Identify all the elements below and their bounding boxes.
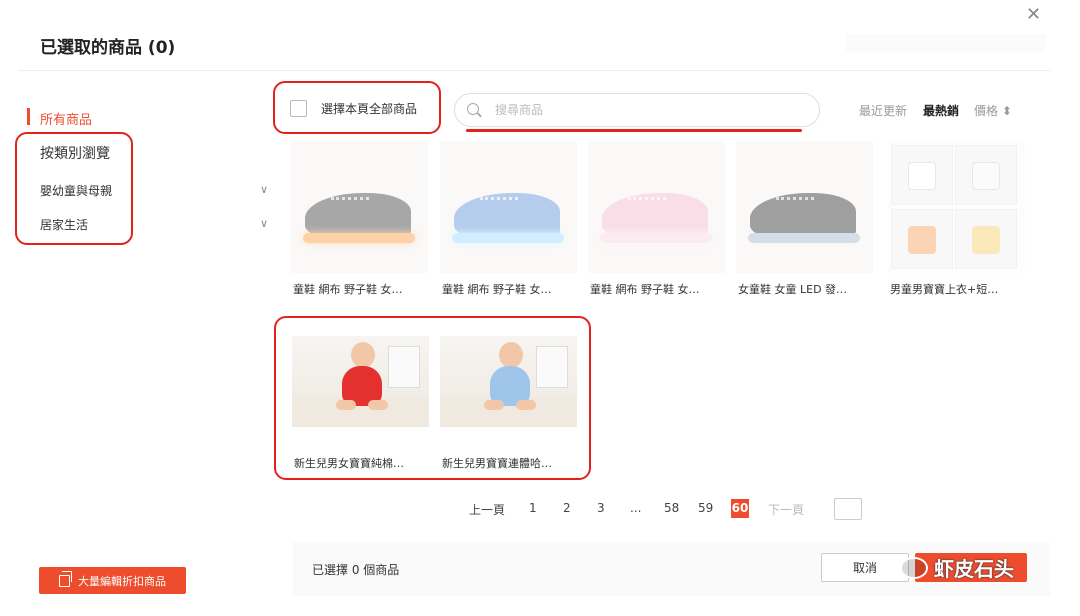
- pagination-page[interactable]: 58: [664, 501, 679, 515]
- chevron-down-icon[interactable]: ∨: [260, 183, 268, 196]
- select-all-checkbox[interactable]: 選擇本頁全部商品: [290, 100, 417, 117]
- product-image: [588, 141, 725, 273]
- product-name: 女童鞋 女童 LED 發…: [738, 283, 848, 296]
- pagination-ellipsis: ...: [630, 501, 642, 515]
- active-indicator: [27, 108, 30, 125]
- select-all-label: 選擇本頁全部商品: [321, 102, 418, 116]
- pagination-jump-input[interactable]: [834, 498, 862, 520]
- header-placeholder: [846, 34, 1046, 52]
- close-icon[interactable]: ✕: [1026, 4, 1041, 25]
- product-image: [440, 336, 577, 427]
- product-name: 童鞋 網布 野子鞋 女…: [442, 283, 552, 296]
- cancel-button[interactable]: 取消: [821, 553, 909, 582]
- pagination-page[interactable]: 1: [529, 501, 537, 515]
- watermark: 虾皮石头: [900, 553, 1014, 582]
- pagination-current-page[interactable]: 60: [731, 499, 749, 518]
- search-icon: [467, 103, 479, 115]
- page-title: 已選取的商品 (0): [40, 38, 176, 58]
- sidebar-item-browse-by-category[interactable]: 按類別瀏覽: [40, 143, 110, 163]
- product-image: [440, 141, 577, 273]
- product-name: 男童男寶寶上衣+短…: [890, 283, 999, 296]
- annotation-underline-search: [466, 129, 802, 132]
- product-name: 童鞋 網布 野子鞋 女…: [590, 283, 700, 296]
- selected-count: 已選擇 0 個商品: [312, 563, 400, 577]
- header-divider: [18, 70, 1050, 71]
- pagination-page[interactable]: 2: [563, 501, 571, 515]
- pagination-prev[interactable]: 上一頁: [469, 501, 505, 518]
- wechat-icon: [900, 556, 928, 579]
- sidebar-item-all-products[interactable]: 所有商品: [40, 109, 92, 128]
- pagination-page[interactable]: 3: [597, 501, 605, 515]
- sort-recent[interactable]: 最近更新: [859, 102, 907, 119]
- search-box[interactable]: [454, 93, 820, 127]
- product-name: 童鞋 網布 野子鞋 女…: [293, 283, 403, 296]
- sort-hot[interactable]: 最熱銷: [923, 102, 959, 119]
- sidebar-item-home-living[interactable]: 居家生活: [40, 216, 88, 233]
- product-image: [291, 141, 428, 273]
- bulk-edit-label: 大量編輯折扣商品: [78, 574, 166, 588]
- product-name: 新生兒男寶寶連體哈…: [442, 457, 552, 470]
- checkbox[interactable]: [290, 100, 307, 117]
- product-name: 新生兒男女寶寶純棉…: [294, 457, 404, 470]
- product-image: [736, 141, 873, 273]
- product-image: [292, 336, 429, 427]
- pagination-next[interactable]: 下一頁: [768, 501, 804, 518]
- watermark-text: 虾皮石头: [934, 557, 1014, 581]
- bulk-edit-discount-button[interactable]: 大量編輯折扣商品: [39, 567, 186, 594]
- sidebar-item-baby-mother[interactable]: 嬰幼童與母親: [40, 182, 112, 199]
- pagination-page[interactable]: 59: [698, 501, 713, 515]
- search-input[interactable]: [495, 101, 795, 119]
- product-image: [888, 141, 1025, 273]
- copy-icon: [59, 570, 72, 587]
- chevron-down-icon[interactable]: ∨: [260, 217, 268, 230]
- sort-price[interactable]: 價格 ⬍: [974, 102, 1012, 119]
